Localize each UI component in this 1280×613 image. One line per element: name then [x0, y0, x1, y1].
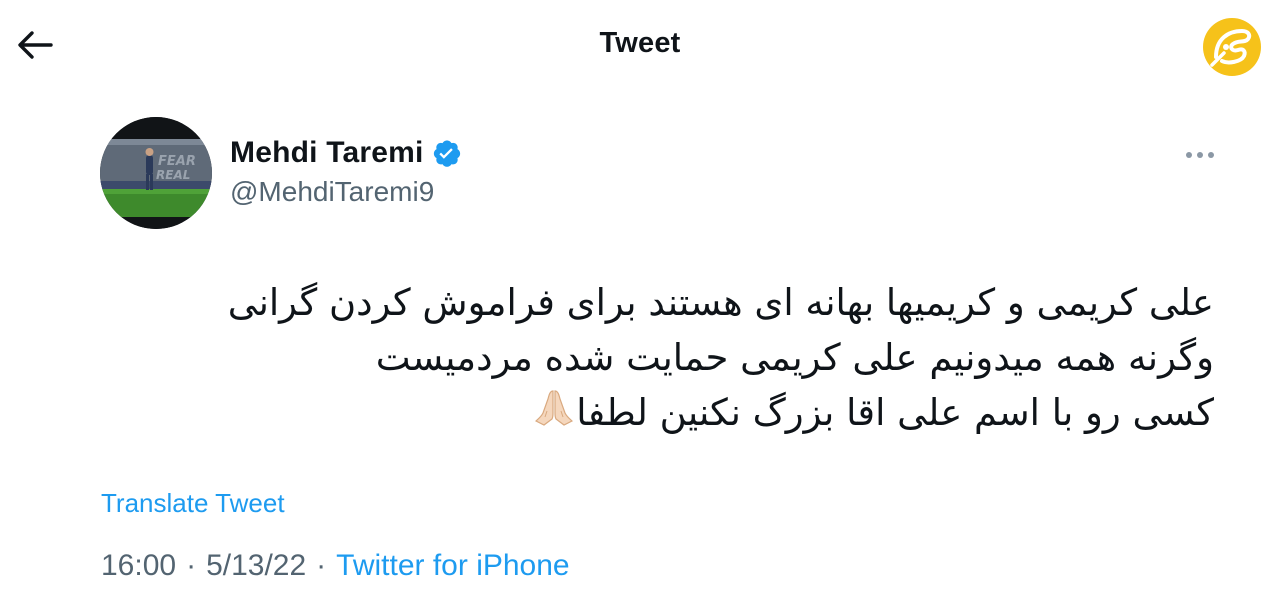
top-bar: Tweet: [0, 0, 1280, 92]
tweet-meta: 16:00 · 5/13/22 · Twitter for iPhone: [101, 549, 570, 583]
meta-separator: ·: [186, 549, 197, 582]
tweet-source-link[interactable]: Twitter for iPhone: [336, 549, 569, 582]
tweet-line: وگرنه همه میدونیم علی کریمی حمایت شده مر…: [375, 336, 1214, 379]
tweet-date[interactable]: 5/13/22: [206, 549, 306, 582]
tweet-time[interactable]: 16:00: [101, 549, 176, 582]
tweet-line-text: کسی رو با اسم علی اقا بزرگ نکنین لطفا: [576, 391, 1214, 434]
author-name-text: Mehdi Taremi: [230, 136, 424, 169]
folded-hands-emoji-icon: [535, 390, 574, 426]
svg-text:FEAR: FEAR: [158, 154, 196, 169]
meta-separator: ·: [316, 549, 327, 582]
tweet-text: علی کریمی و کریمیها بهانه ای هستند برای …: [214, 275, 1214, 440]
tweet-line: کسی رو با اسم علی اقا بزرگ نکنین لطفا: [214, 385, 1214, 440]
more-options-button[interactable]: [1180, 140, 1220, 170]
verified-badge-icon: [433, 140, 460, 167]
translate-tweet-link[interactable]: Translate Tweet: [101, 488, 285, 519]
svg-text:REAL: REAL: [156, 168, 190, 182]
avatar-photo: FEAR REAL: [100, 117, 212, 229]
more-dots-icon: [1186, 152, 1214, 158]
tweet-line: علی کریمی و کریمیها بهانه ای هستند برای …: [227, 281, 1214, 324]
author-handle[interactable]: @MehdiTaremi9: [230, 176, 434, 208]
publisher-logo: [1202, 17, 1262, 77]
page-title: Tweet: [599, 27, 681, 59]
author-name[interactable]: Mehdi Taremi: [230, 136, 462, 170]
avatar[interactable]: FEAR REAL: [100, 117, 212, 229]
